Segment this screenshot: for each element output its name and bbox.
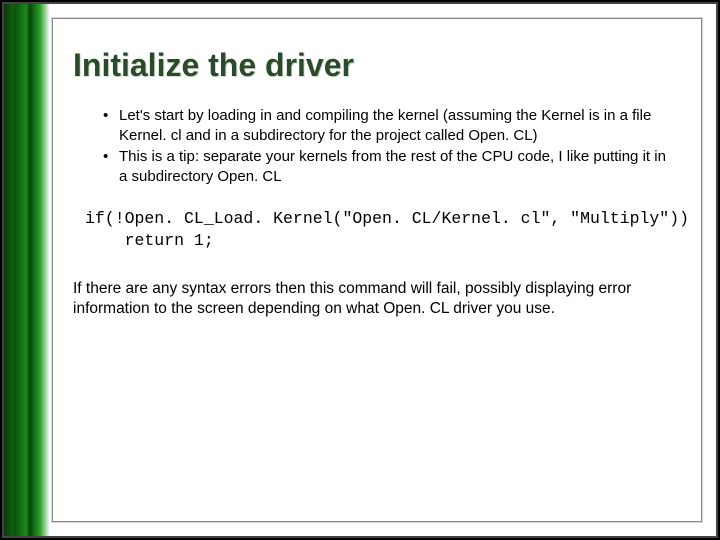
slide-title: Initialize the driver xyxy=(73,47,685,84)
slide-body: Initialize the driver Let's start by loa… xyxy=(52,18,702,522)
list-item: This is a tip: separate your kernels fro… xyxy=(103,147,675,186)
slide-frame: Initialize the driver Let's start by loa… xyxy=(2,2,718,538)
code-block: if(!Open. CL_Load. Kernel("Open. CL/Kern… xyxy=(85,208,685,253)
paragraph: If there are any syntax errors then this… xyxy=(73,279,683,319)
bullet-list: Let's start by loading in and compiling … xyxy=(73,106,685,186)
list-item: Let's start by loading in and compiling … xyxy=(103,106,675,145)
